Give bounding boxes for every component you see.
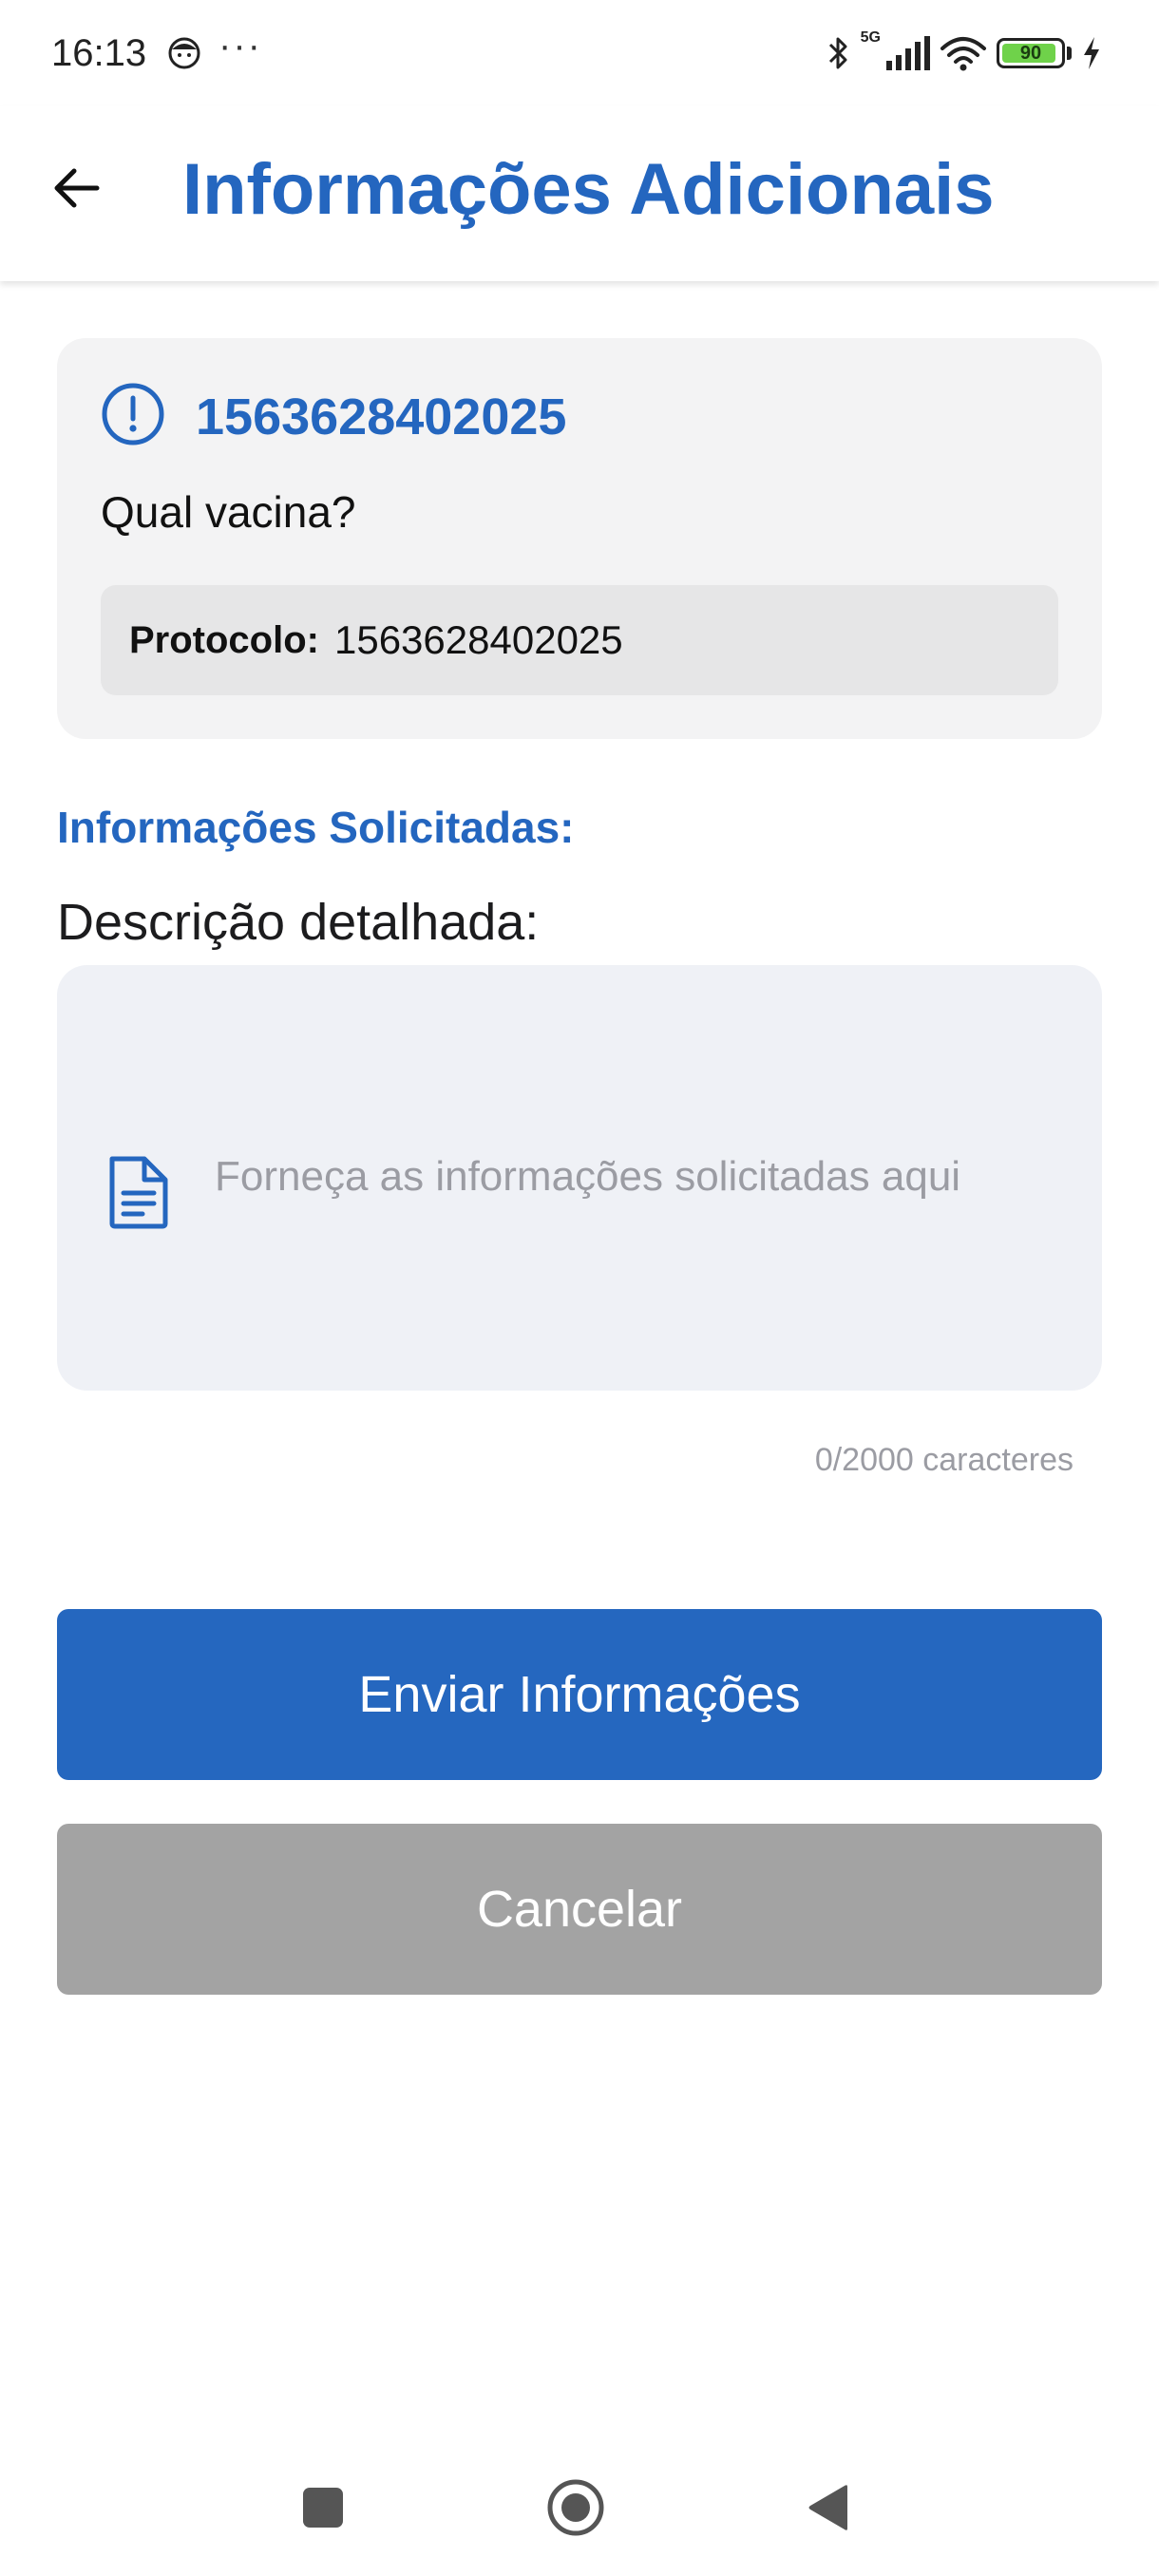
square-icon bbox=[303, 2488, 343, 2528]
char-counter: 0/2000 caracteres bbox=[814, 1442, 1074, 1478]
status-icons: 5G 90 bbox=[826, 28, 1102, 78]
notification-face-icon bbox=[168, 37, 200, 69]
status-time: 16:13 bbox=[51, 32, 147, 74]
cellular-signal-icon bbox=[886, 36, 930, 70]
arrow-left-icon bbox=[54, 168, 100, 208]
description-textarea[interactable]: Forneça as informações solicitadas aqui bbox=[57, 965, 1102, 1391]
system-nav-bar bbox=[0, 2441, 1159, 2576]
wifi-icon bbox=[940, 37, 986, 71]
battery-icon: 90 bbox=[997, 38, 1065, 68]
recent-apps-button[interactable] bbox=[276, 2460, 370, 2555]
bluetooth-icon bbox=[828, 37, 847, 69]
screen: 16:13 ··· 5G 90 Informações Adicionais 1… bbox=[0, 0, 1159, 2576]
status-bar: 16:13 ··· 5G 90 bbox=[0, 0, 1159, 106]
document-icon bbox=[109, 1156, 168, 1229]
card-protocol-title: 1563628402025 bbox=[196, 388, 567, 445]
home-button[interactable] bbox=[528, 2460, 623, 2555]
request-info-card: 1563628402025 Qual vacina? Protocolo: 15… bbox=[57, 338, 1102, 739]
section-title: Informações Solicitadas: bbox=[57, 803, 575, 852]
back-nav-button[interactable] bbox=[781, 2460, 876, 2555]
back-button[interactable] bbox=[38, 150, 114, 226]
app-header: Informações Adicionais bbox=[0, 106, 1159, 281]
send-information-button[interactable]: Enviar Informações bbox=[57, 1609, 1102, 1780]
more-notifications-icon: ··· bbox=[218, 25, 262, 66]
protocol-value: 1563628402025 bbox=[333, 617, 623, 662]
battery-level: 90 bbox=[1019, 42, 1042, 64]
charging-bolt-icon bbox=[1084, 37, 1099, 69]
home-circle-icon bbox=[547, 2479, 604, 2536]
send-button-label: Enviar Informações bbox=[358, 1666, 801, 1723]
alert-circle-icon bbox=[102, 383, 164, 445]
network-type-label: 5G bbox=[860, 29, 881, 46]
description-label: Descrição detalhada: bbox=[57, 894, 540, 951]
description-placeholder: Forneça as informações solicitadas aqui bbox=[215, 1153, 961, 1200]
triangle-back-icon bbox=[808, 2485, 847, 2530]
cancel-button-label: Cancelar bbox=[476, 1881, 683, 1938]
page-title: Informações Adicionais bbox=[182, 149, 995, 230]
cancel-button[interactable]: Cancelar bbox=[57, 1824, 1102, 1995]
protocol-label: Protocolo: bbox=[129, 618, 319, 661]
battery-tip bbox=[1067, 47, 1072, 60]
card-question: Qual vacina? bbox=[101, 487, 356, 537]
protocol-box: Protocolo: 1563628402025 bbox=[101, 585, 1058, 695]
